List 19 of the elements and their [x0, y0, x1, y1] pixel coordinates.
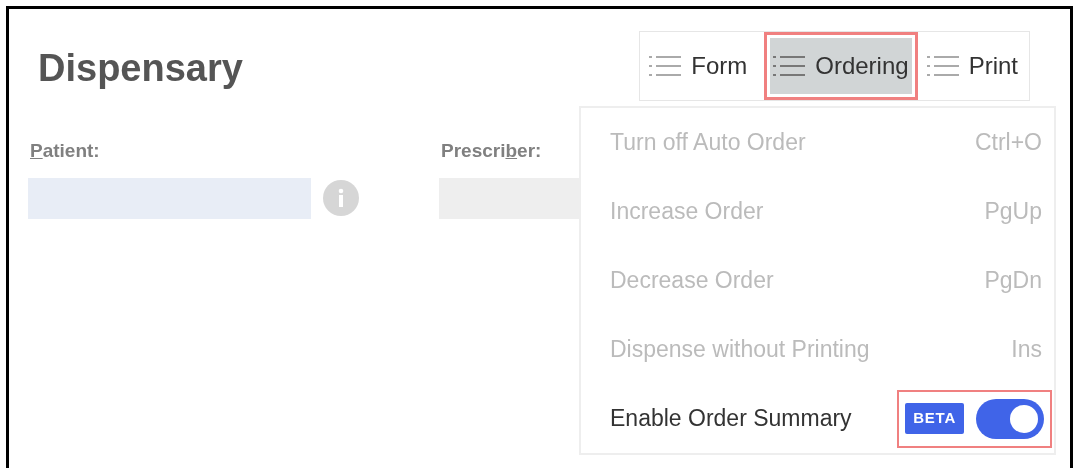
shortcut: Ins	[1011, 335, 1042, 365]
tab[interactable]: Ordering	[764, 32, 918, 100]
toggle-switch[interactable]	[976, 398, 1044, 439]
beta-badge: BETA	[905, 403, 964, 434]
shortcut: Ctrl+O	[974, 128, 1042, 158]
page-title: Dispensary	[38, 49, 243, 87]
field-label: Patient:	[29, 139, 100, 163]
list-icon	[649, 55, 682, 77]
info-icon[interactable]	[323, 180, 359, 216]
list-icon	[773, 55, 806, 77]
menu-item-label: Dispense without Printing	[610, 335, 870, 365]
shortcut: PgDn	[984, 266, 1042, 296]
menu-item-label: Turn off Auto Order	[610, 128, 806, 158]
field-label: Prescriber:	[440, 139, 542, 163]
menu-item-label: Increase Order	[610, 197, 764, 227]
menu-item-label: Enable Order Summary	[610, 404, 852, 434]
list-icon	[926, 55, 959, 77]
menu-item-label: Decrease Order	[610, 266, 774, 296]
shortcut: PgUp	[984, 197, 1042, 227]
